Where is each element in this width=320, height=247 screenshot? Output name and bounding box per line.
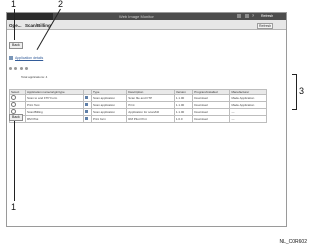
back-button-bottom[interactable]: Back xyxy=(9,114,23,121)
cell-name: Scan/Billing xyxy=(25,108,84,116)
figure-code: NL_C0R602 xyxy=(279,239,307,245)
cell-manufacturer: — xyxy=(229,115,267,123)
table-row[interactable]: RM Pilot Print form RM Pilot Print 1.0.0… xyxy=(8,115,267,123)
cell-name: RM Pilot xyxy=(25,115,84,123)
cell-version: 1.1.00 xyxy=(173,101,194,109)
detail-icon[interactable] xyxy=(84,110,88,113)
pager-last[interactable] xyxy=(25,67,28,70)
pager-next[interactable] xyxy=(20,67,23,70)
app-title: Web Image Monitor xyxy=(119,14,154,19)
select-radio[interactable] xyxy=(11,102,16,107)
back-button-top[interactable]: Back xyxy=(9,42,23,49)
cell-type: Print form xyxy=(90,115,128,123)
cell-manufacturer: Made Application xyxy=(229,101,267,109)
cell-program: Download xyxy=(192,94,231,102)
cell-program: Download xyxy=(192,115,231,123)
cell-description: RM Pilot Print xyxy=(126,115,175,123)
callout-3: 3 xyxy=(299,86,305,96)
refresh-link-top[interactable]: Refresh xyxy=(261,14,273,18)
top-bar: Web Image Monitor ? Refresh xyxy=(7,13,286,20)
cell-detail[interactable] xyxy=(82,115,92,123)
pager-first[interactable] xyxy=(9,67,12,70)
cell-name: Scan to and FTP Form xyxy=(25,94,84,102)
cell-description: Scan file and FTP xyxy=(126,94,175,102)
callout-1-bottom-line xyxy=(14,121,15,201)
table-row[interactable]: Print Test Scan application Print 1.1.00… xyxy=(8,101,267,109)
cell-type: Scan application xyxy=(90,101,128,109)
document-icon xyxy=(9,56,13,60)
cell-version: 1.1.00 xyxy=(173,94,194,102)
cell-type: Scan application xyxy=(90,94,128,102)
cell-program: Download xyxy=(192,101,231,109)
application-details-link[interactable]: Application details xyxy=(15,56,43,60)
info-icon[interactable] xyxy=(245,14,249,18)
tab-scan-billing[interactable]: Scan/Billing xyxy=(25,23,51,28)
applications-table: Select Application name/origin/type Type… xyxy=(8,89,267,123)
help-link[interactable]: ? xyxy=(252,14,254,18)
detail-icon[interactable] xyxy=(84,117,88,120)
select-radio[interactable] xyxy=(11,95,16,100)
cell-detail[interactable] xyxy=(82,108,92,116)
row-select[interactable] xyxy=(8,101,27,109)
total-applications-label: Total applications: 4 xyxy=(21,75,48,79)
table-row[interactable]: Scan/Billing Scan application Applicatio… xyxy=(8,108,267,116)
cell-name: Print Test xyxy=(25,101,84,109)
callout-1-bottom: 1 xyxy=(11,202,17,212)
screen: Web Image Monitor ? Refresh Ope... Scan/… xyxy=(6,12,287,227)
cell-version: 1.1.00 xyxy=(173,108,194,116)
cell-manufacturer: — xyxy=(229,108,267,116)
refresh-toolbar-button[interactable]: Refresh xyxy=(257,23,274,29)
cell-type: Scan application xyxy=(90,108,128,116)
detail-icon[interactable] xyxy=(84,103,88,106)
row-select[interactable] xyxy=(8,94,27,102)
callout-3-bracket xyxy=(292,74,297,110)
cell-manufacturer: Made Application xyxy=(229,94,267,102)
cell-detail[interactable] xyxy=(82,94,92,102)
pager-prev[interactable] xyxy=(14,67,17,70)
detail-icon[interactable] xyxy=(84,96,88,99)
cell-description: Print xyxy=(126,101,175,109)
cell-program: Download xyxy=(192,108,231,116)
cell-version: 1.0.0 xyxy=(173,115,194,123)
help-icon[interactable] xyxy=(237,14,241,18)
callout-2: 2 xyxy=(58,0,64,9)
cell-description: Application for scan/bill xyxy=(126,108,175,116)
table-row[interactable]: Scan to and FTP Form Scan application Sc… xyxy=(8,94,267,102)
callout-1-top: 1 xyxy=(11,0,17,9)
callout-1-line xyxy=(14,9,15,40)
tab-ope[interactable]: Ope... xyxy=(9,23,22,28)
cell-detail[interactable] xyxy=(82,101,92,109)
